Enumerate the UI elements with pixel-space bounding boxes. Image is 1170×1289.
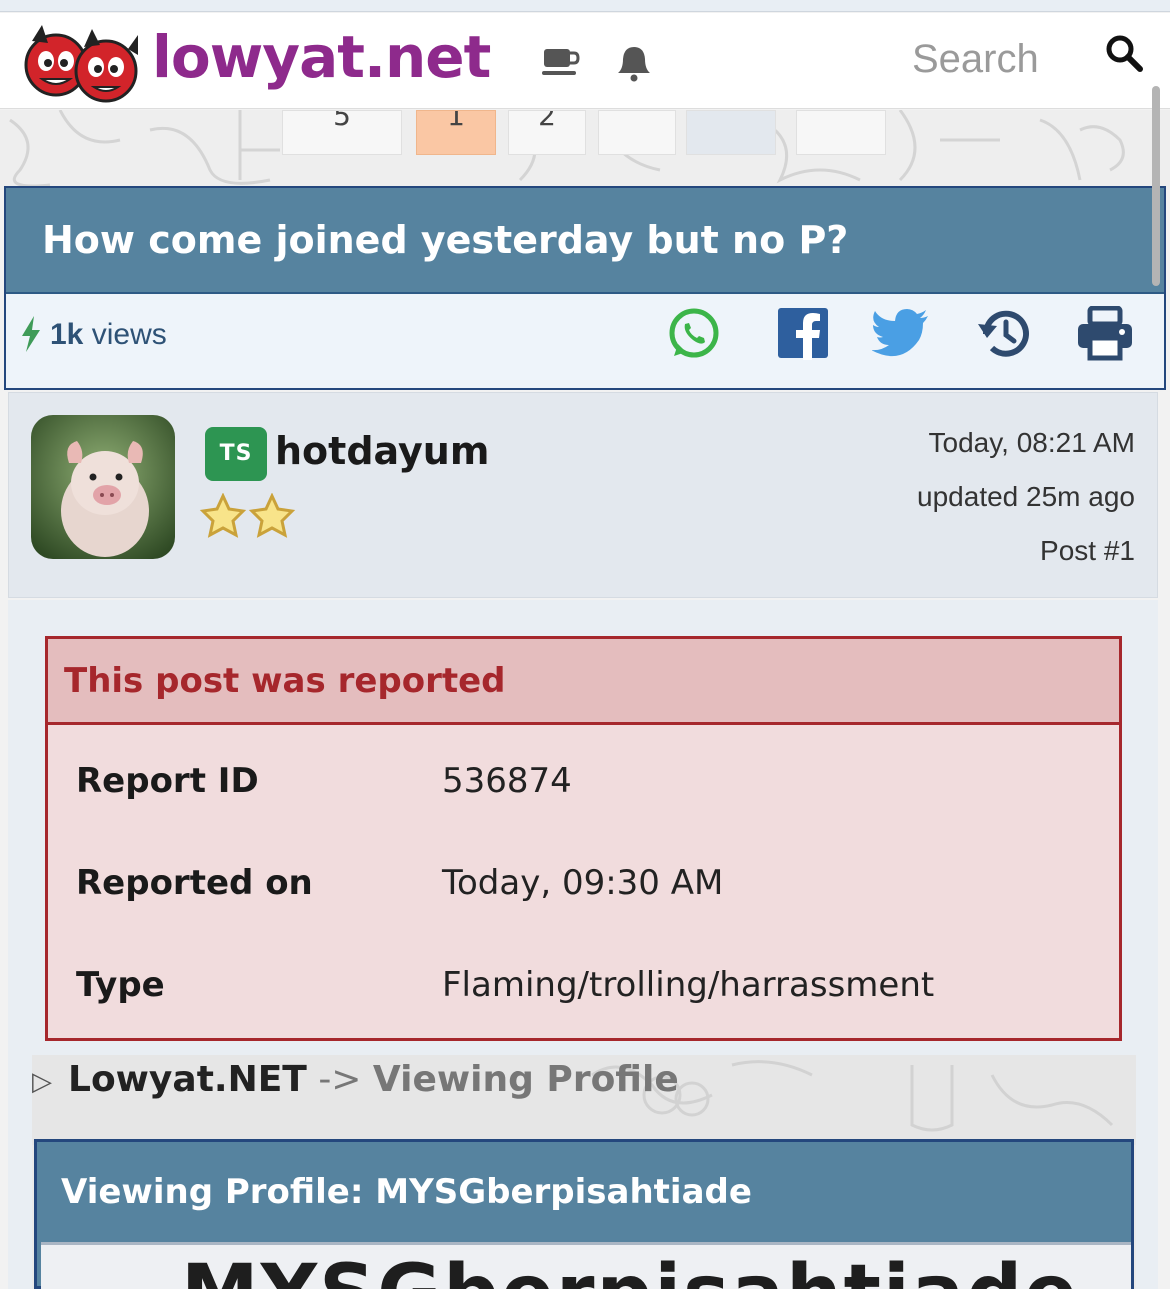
bolt-icon <box>22 316 40 352</box>
topic-title: How come joined yesterday but no P? <box>42 218 849 262</box>
coffee-icon[interactable] <box>540 43 580 83</box>
topic-header: How come joined yesterday but no P? 1k v… <box>4 186 1166 390</box>
rating-stars-icon <box>199 493 296 538</box>
pager-button-current[interactable]: 1 <box>416 110 496 155</box>
embedded-title: Viewing Profile: MYSGberpisahtiade <box>61 1172 752 1212</box>
post-header: TS hotdayum Today, 08:21 AM updated 25m … <box>8 392 1158 598</box>
post-date: Today, 08:21 AM <box>928 427 1136 458</box>
search-icon[interactable] <box>1104 33 1144 73</box>
logo-text: lowyat.net <box>152 23 491 91</box>
browser-top-strip <box>0 0 1170 12</box>
reported-on-value: Today, 09:30 AM <box>442 863 724 903</box>
site-logo[interactable]: lowyat.net <box>24 21 494 105</box>
post-image: ▷ Lowyat.NET -> Viewing Profile Viewing … <box>32 1055 1136 1289</box>
report-title: This post was reported <box>64 661 506 701</box>
search-input[interactable]: Search <box>912 37 1039 82</box>
embedded-profile-box: MYSGberpisahtiade <box>41 1242 1131 1289</box>
embedded-profile-name: MYSGberpisahtiade <box>181 1249 1079 1289</box>
facebook-icon[interactable] <box>776 306 832 362</box>
report-id-value: 536874 <box>442 761 572 801</box>
reported-on-label: Reported on <box>76 863 313 903</box>
print-icon[interactable] <box>1076 305 1132 362</box>
pager-button-first[interactable]: 5 <box>282 110 402 155</box>
post-updated: updated 25m ago <box>917 481 1135 512</box>
twitter-icon[interactable] <box>871 306 928 362</box>
scrollbar[interactable] <box>1152 86 1160 286</box>
report-header: This post was reported <box>48 639 1119 725</box>
post-number[interactable]: Post #1 <box>1040 535 1135 567</box>
avatar[interactable] <box>31 415 175 559</box>
bell-icon[interactable] <box>614 43 654 83</box>
whatsapp-icon[interactable] <box>666 306 722 362</box>
embedded-breadcrumb: Lowyat.NET -> Viewing Profile <box>68 1059 679 1100</box>
topic-title-bar: How come joined yesterday but no P? <box>6 188 1164 294</box>
site-header: lowyat.net Search <box>0 13 1170 109</box>
report-type-label: Type <box>76 965 165 1005</box>
history-icon[interactable] <box>976 306 1032 362</box>
topic-starter-badge: TS <box>205 427 267 481</box>
logo-mascot-icon <box>24 25 138 103</box>
view-count: 1k views <box>50 318 167 351</box>
pager-button-jump[interactable] <box>796 110 886 155</box>
report-notice: This post was reported Report ID 536874 … <box>45 636 1122 1041</box>
pager-button-next[interactable] <box>598 110 676 155</box>
embedded-title-bar: Viewing Profile: MYSGberpisahtiade MYSGb… <box>34 1139 1134 1289</box>
username[interactable]: hotdayum <box>275 429 489 473</box>
pager-button-last[interactable] <box>686 110 776 155</box>
report-type-value: Flaming/trolling/harrassment <box>442 965 935 1005</box>
pager-button-2[interactable]: 2 <box>508 110 586 155</box>
report-id-label: Report ID <box>76 761 259 801</box>
breadcrumb-arrow-icon: ▷ <box>32 1067 52 1097</box>
